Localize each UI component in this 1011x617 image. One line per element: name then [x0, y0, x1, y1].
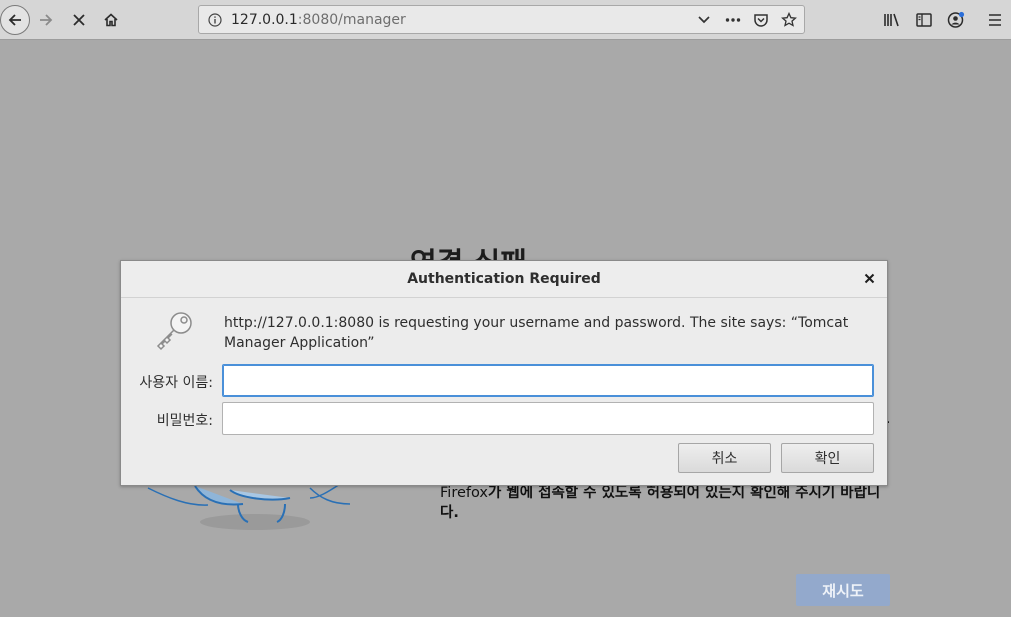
error-description-brand: Firefox [440, 485, 488, 501]
url-bar[interactable]: 127.0.0.1:8080/manager [198, 5, 805, 34]
library-button[interactable] [878, 6, 906, 34]
url-text[interactable]: 127.0.0.1:8080/manager [231, 12, 406, 28]
sidebar-icon [916, 13, 932, 27]
password-input[interactable] [222, 402, 874, 435]
close-icon [864, 273, 874, 283]
home-icon [104, 13, 118, 27]
arrow-left-icon [8, 14, 21, 26]
arrow-right-icon [40, 14, 53, 26]
library-icon [884, 13, 899, 27]
dialog-title: Authentication Required [407, 271, 601, 287]
error-description-tail: 다. [440, 505, 459, 521]
close-icon [73, 14, 85, 26]
forward-button[interactable] [32, 6, 60, 34]
home-button[interactable] [97, 6, 125, 34]
bookmark-star-icon[interactable] [779, 10, 799, 30]
key-icon [156, 312, 192, 351]
dialog-close-button[interactable] [861, 270, 877, 286]
error-description: Firefox가 웹에 접속할 수 있도록 허용되어 있는지 확인해 주시기 바… [440, 483, 890, 523]
dialog-message: http://127.0.0.1:8080 is requesting your… [224, 315, 849, 351]
url-path: :8080/manager [297, 12, 406, 28]
info-icon[interactable] [205, 10, 225, 30]
error-description-text: 가 웹에 접속할 수 있도록 허용되어 있는지 확인해 주시기 바랍니 [488, 485, 881, 501]
retry-button[interactable]: 재시도 [796, 574, 890, 606]
browser-toolbar: 127.0.0.1:8080/manager [0, 0, 1011, 40]
sidebar-button[interactable] [910, 6, 938, 34]
pocket-icon[interactable] [751, 10, 771, 30]
chevron-down-icon[interactable] [694, 10, 714, 30]
auth-dialog: Authentication Required http://127.0.0.1… [120, 260, 888, 486]
menu-button[interactable] [981, 6, 1009, 34]
more-actions-icon[interactable] [723, 10, 743, 30]
account-icon [947, 11, 965, 28]
account-button[interactable] [942, 6, 970, 34]
back-button[interactable] [0, 5, 30, 35]
username-label: 사용자 이름: [139, 375, 213, 391]
ok-button[interactable]: 확인 [781, 443, 874, 473]
cancel-button[interactable]: 취소 [678, 443, 771, 473]
username-input[interactable] [222, 364, 874, 397]
dialog-titlebar: Authentication Required [121, 261, 887, 298]
url-host: 127.0.0.1 [231, 12, 298, 28]
stop-button[interactable] [65, 6, 93, 34]
hamburger-menu-icon [989, 14, 1001, 26]
password-label: 비밀번호: [156, 413, 213, 429]
